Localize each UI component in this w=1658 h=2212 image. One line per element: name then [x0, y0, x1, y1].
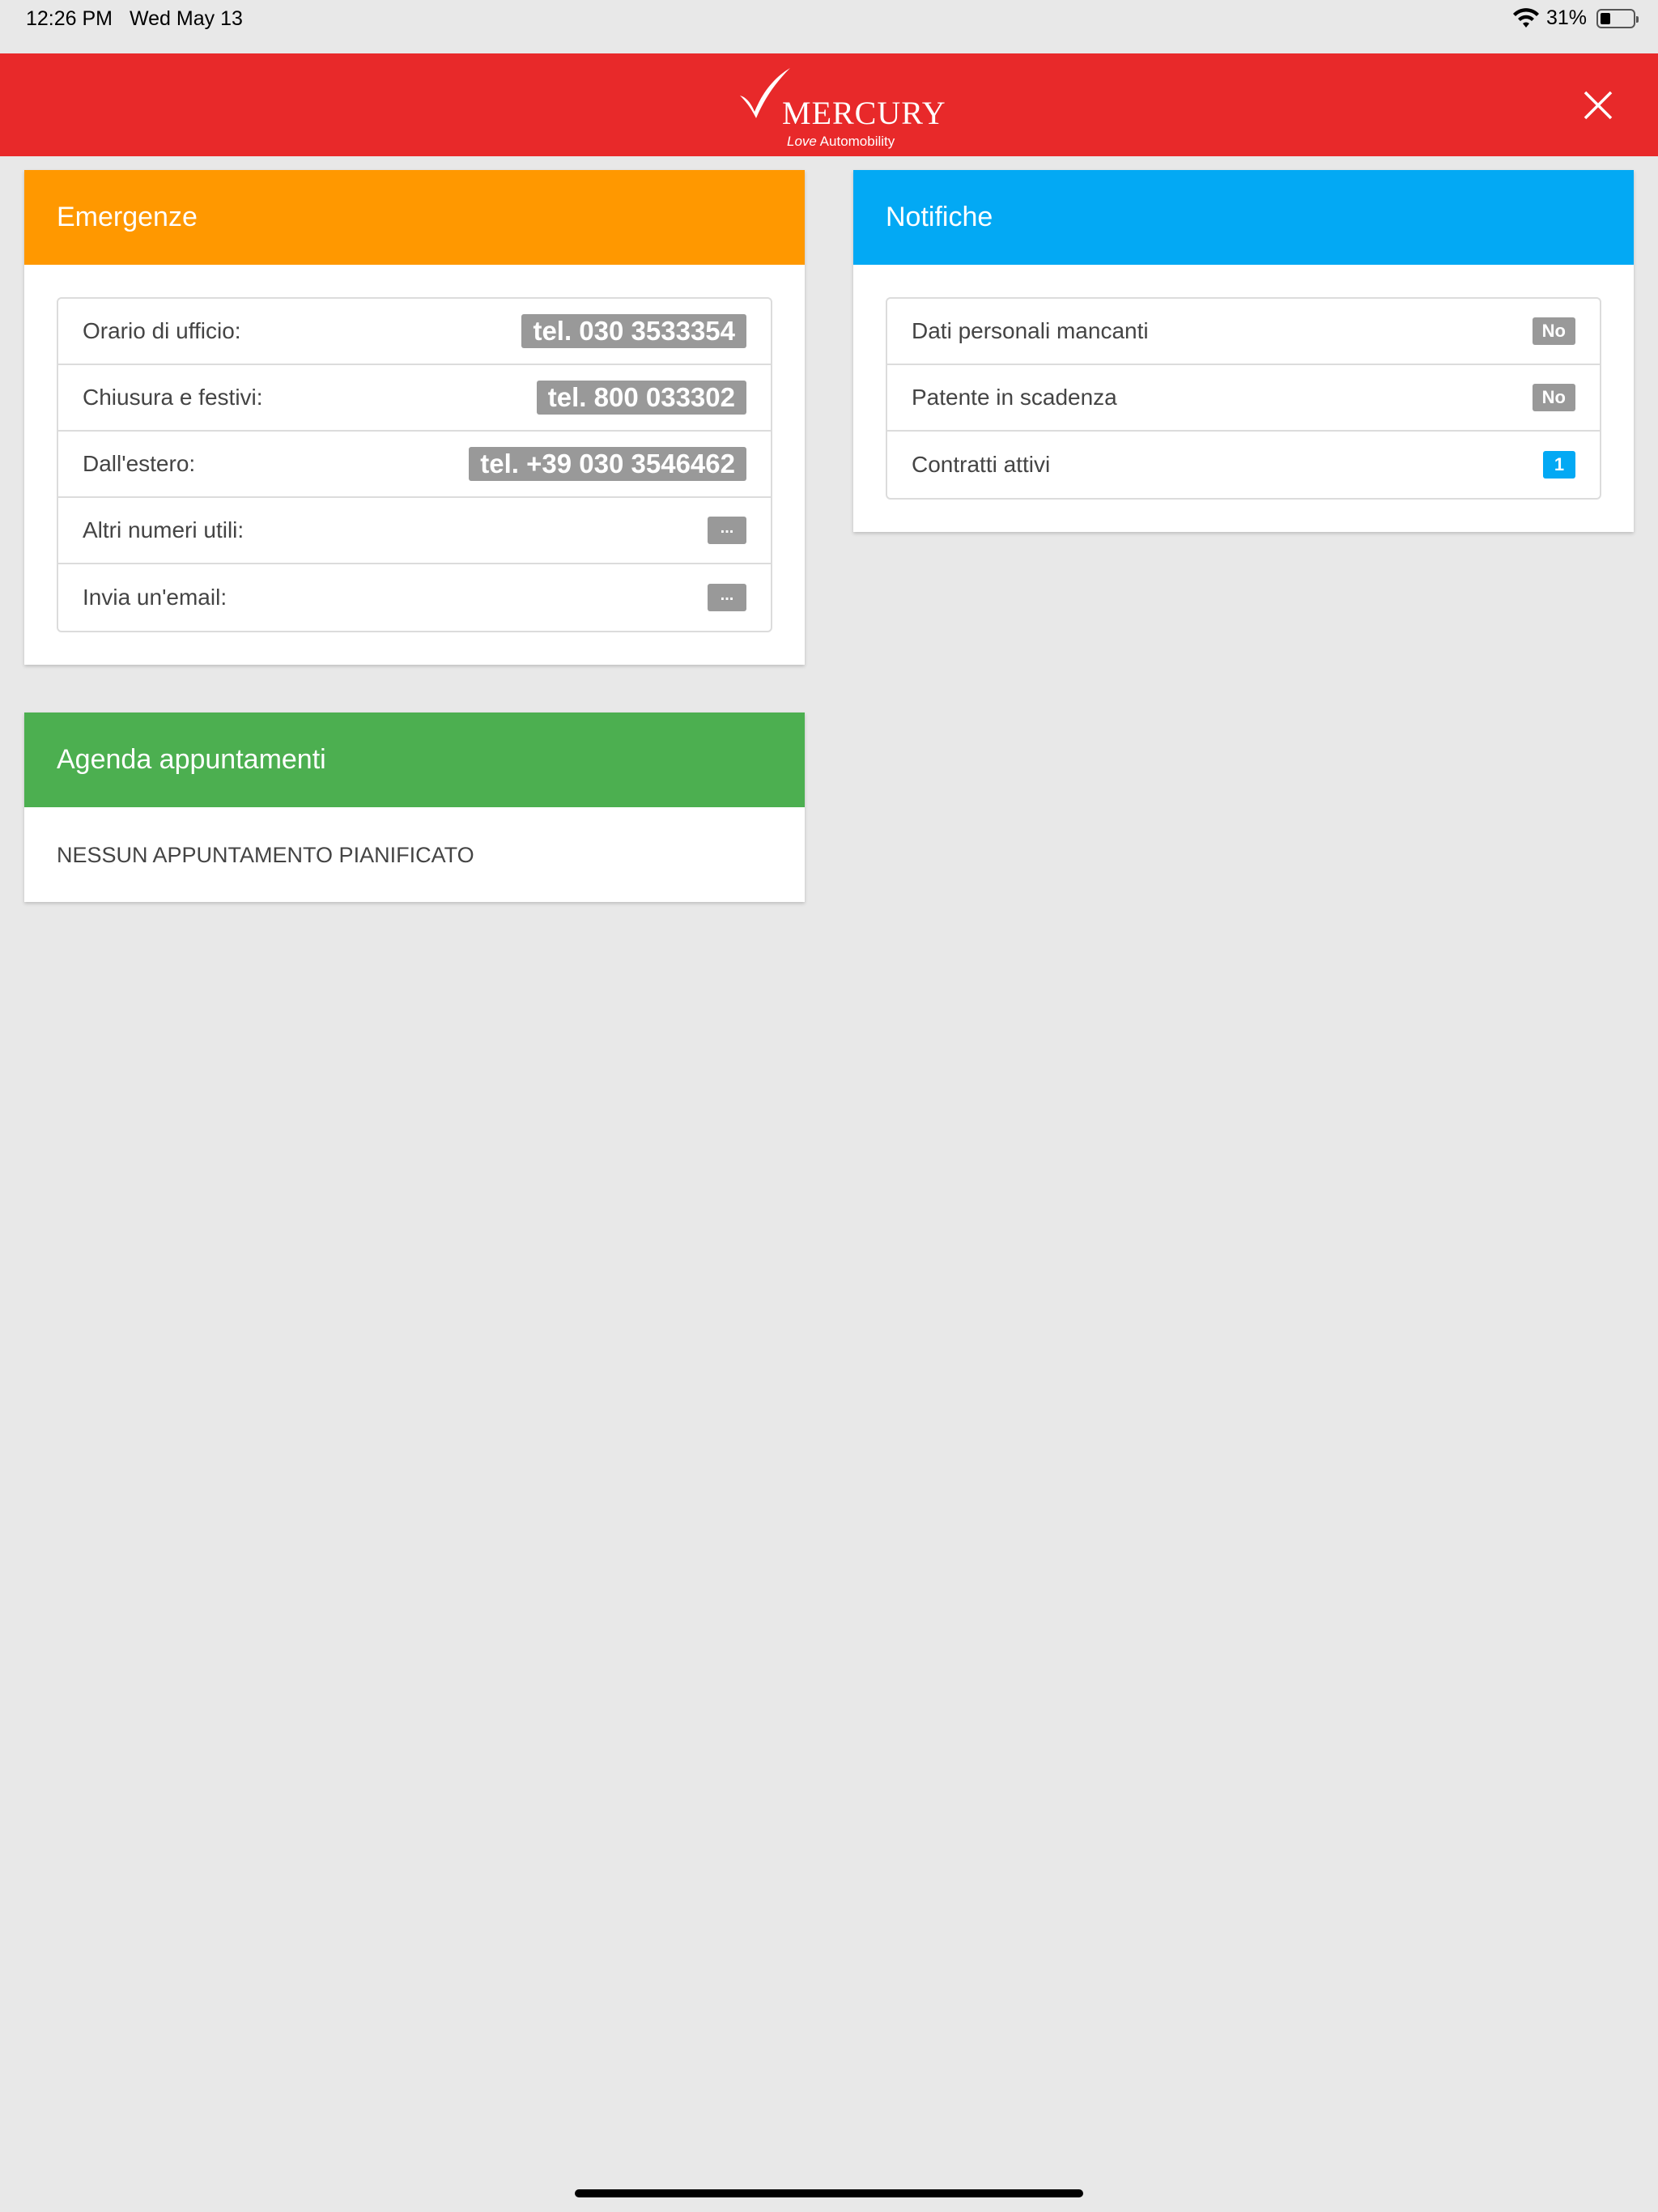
- row-label: Altri numeri utili:: [83, 517, 244, 542]
- list-item-contratti-attivi[interactable]: Contratti attivi 1: [887, 432, 1600, 498]
- more-button[interactable]: ...: [708, 584, 746, 611]
- row-label: Chiusura e festivi:: [83, 385, 263, 410]
- wifi-icon: [1512, 7, 1539, 28]
- more-button[interactable]: ...: [708, 517, 746, 544]
- list-item-orario-ufficio[interactable]: Orario di ufficio: tel. 030 3533354: [58, 299, 771, 365]
- battery-percent: 31%: [1545, 6, 1587, 29]
- notifiche-list: Dati personali mancanti No Patente in sc…: [886, 297, 1601, 500]
- row-label: Contratti attivi: [912, 452, 1051, 477]
- notifiche-panel: Notifiche Dati personali mancanti No Pat…: [853, 170, 1634, 532]
- list-item-dall-estero[interactable]: Dall'estero: tel. +39 030 3546462: [58, 432, 771, 498]
- list-item-chiusura-festivi[interactable]: Chiusura e festivi: tel. 800 033302: [58, 365, 771, 432]
- phone-number-badge[interactable]: tel. +39 030 3546462: [469, 447, 746, 481]
- list-item-patente-scadenza[interactable]: Patente in scadenza No: [887, 365, 1600, 432]
- row-label: Dall'estero:: [83, 451, 196, 476]
- emergenze-title: Emergenze: [57, 202, 198, 232]
- battery-fill: [1601, 12, 1610, 24]
- emergenze-list: Orario di ufficio: tel. 030 3533354 Chiu…: [57, 297, 772, 632]
- list-item-altri-numeri[interactable]: Altri numeri utili: ...: [58, 498, 771, 564]
- home-indicator[interactable]: [575, 2189, 1083, 2197]
- close-icon[interactable]: [1579, 86, 1618, 125]
- app-header: MERCURY Love Automobility: [0, 53, 1658, 156]
- status-badge: No: [1532, 317, 1575, 345]
- status-date: Wed May 13: [130, 7, 243, 30]
- count-badge: 1: [1543, 451, 1575, 479]
- phone-number-badge[interactable]: tel. 800 033302: [536, 381, 746, 415]
- brand-name: MERCURY: [782, 95, 946, 131]
- brand-tagline: Love Automobility: [787, 134, 895, 150]
- row-label: Patente in scadenza: [912, 385, 1117, 410]
- row-label: Invia un'email:: [83, 585, 227, 610]
- tagline-italic: Love: [787, 134, 817, 149]
- notifiche-header: Notifiche: [853, 170, 1634, 265]
- status-bar: 12:26 PM Wed May 13 31%: [0, 0, 1658, 53]
- battery-icon: [1596, 8, 1639, 28]
- status-badge: No: [1532, 384, 1575, 411]
- notifiche-title: Notifiche: [886, 202, 993, 232]
- emergenze-panel: Emergenze Orario di ufficio: tel. 030 35…: [24, 170, 805, 665]
- mercury-logo: MERCURY Love Automobility: [737, 65, 946, 149]
- emergenze-header: Emergenze: [24, 170, 805, 265]
- agenda-header: Agenda appuntamenti: [24, 713, 805, 807]
- status-time: 12:26 PM: [26, 7, 113, 30]
- list-item-invia-email[interactable]: Invia un'email: ...: [58, 564, 771, 631]
- agenda-panel: Agenda appuntamenti NESSUN APPUNTAMENTO …: [24, 713, 805, 902]
- agenda-empty-message: NESSUN APPUNTAMENTO PIANIFICATO: [57, 843, 474, 867]
- tagline-rest: Automobility: [819, 134, 895, 149]
- row-label: Orario di ufficio:: [83, 318, 241, 343]
- row-label: Dati personali mancanti: [912, 318, 1149, 343]
- list-item-dati-personali[interactable]: Dati personali mancanti No: [887, 299, 1600, 365]
- agenda-title: Agenda appuntamenti: [57, 744, 326, 775]
- status-indicators: 31%: [1512, 6, 1639, 30]
- phone-number-badge[interactable]: tel. 030 3533354: [521, 314, 746, 348]
